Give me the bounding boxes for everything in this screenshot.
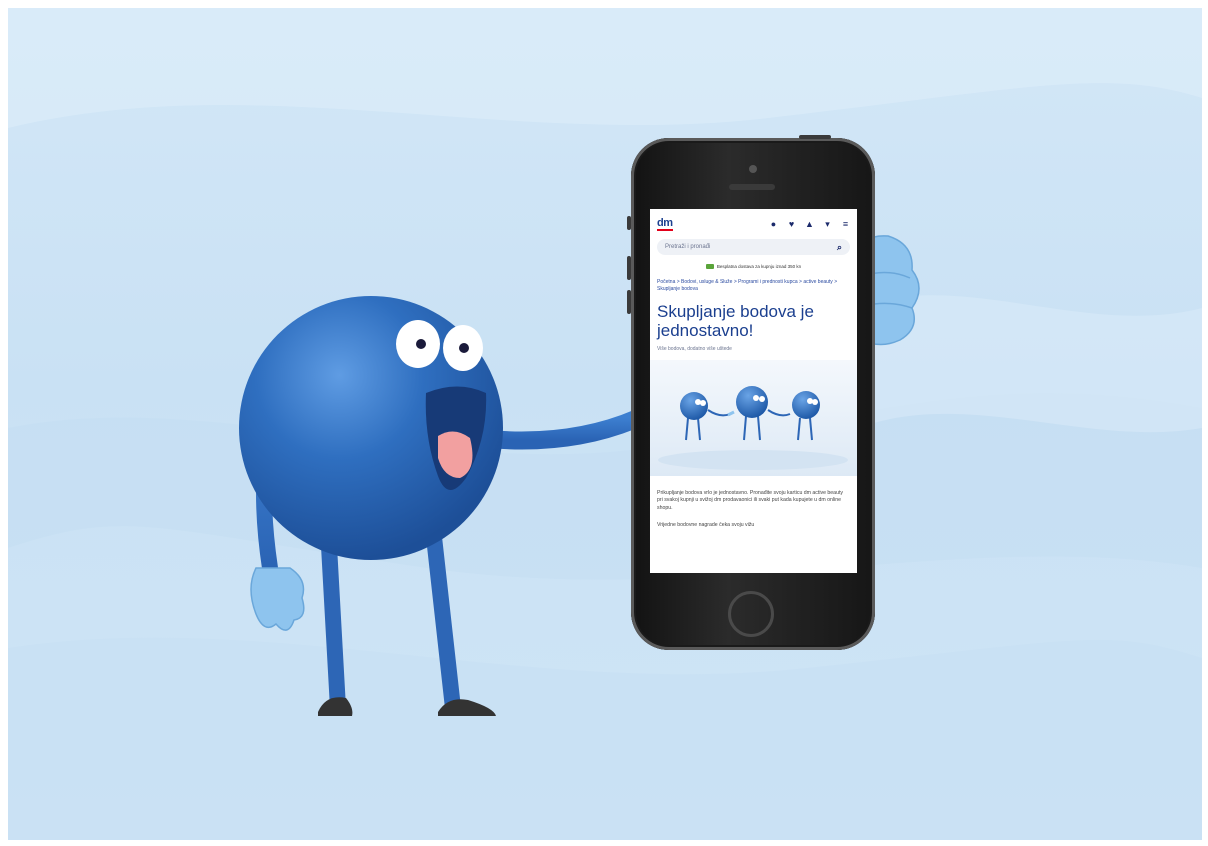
site-header: dm ● ♥ ▲ ▾ ≡	[650, 209, 857, 239]
location-icon[interactable]: ●	[769, 219, 778, 230]
scene: dm ● ♥ ▲ ▾ ≡ Pretraži i pronađi ⌕ Bespla…	[8, 8, 1202, 840]
truck-icon	[705, 263, 714, 269]
paragraph-1: Prikupljanje bodova vrlo je jednostavno.…	[657, 490, 843, 511]
paragraph-2: Vrijedne bodovne nagrade čeka svoju vižu	[657, 522, 755, 529]
menu-icon[interactable]: ≡	[841, 219, 850, 230]
home-button[interactable]	[728, 591, 774, 637]
smartphone: dm ● ♥ ▲ ▾ ≡ Pretraži i pronađi ⌕ Bespla…	[627, 135, 875, 650]
hero-image	[650, 360, 857, 476]
account-icon[interactable]: ▲	[805, 219, 814, 230]
heart-icon[interactable]: ♥	[787, 219, 796, 230]
background-waves	[8, 8, 1202, 840]
breadcrumb[interactable]: Početna > Bodovi, usluge & Služe > Progr…	[657, 279, 850, 292]
mascots-illustration	[658, 386, 848, 470]
speaker	[729, 184, 775, 190]
promo-banner: Besplatna dostava za kupnju iznad 350 kn	[650, 261, 857, 271]
cart-icon[interactable]: ▾	[823, 219, 832, 230]
promo-text: Besplatna dostava za kupnju iznad 350 kn	[716, 263, 802, 269]
left-pupil	[416, 339, 426, 349]
camera	[749, 165, 757, 173]
page-subtitle: Više bodova, dodatno više uštede	[657, 346, 732, 352]
phone-screen: dm ● ♥ ▲ ▾ ≡ Pretraži i pronađi ⌕ Bespla…	[650, 209, 857, 573]
search-icon[interactable]: ⌕	[837, 242, 842, 253]
page-title: Skupljanje bodova je jednostavno!	[657, 302, 814, 340]
left-glove	[250, 567, 305, 631]
dm-logo[interactable]: dm	[657, 217, 673, 231]
search-placeholder: Pretraži i pronađi	[665, 244, 711, 250]
search-input[interactable]: Pretraži i pronađi ⌕	[657, 239, 850, 255]
right-pupil	[459, 343, 469, 353]
